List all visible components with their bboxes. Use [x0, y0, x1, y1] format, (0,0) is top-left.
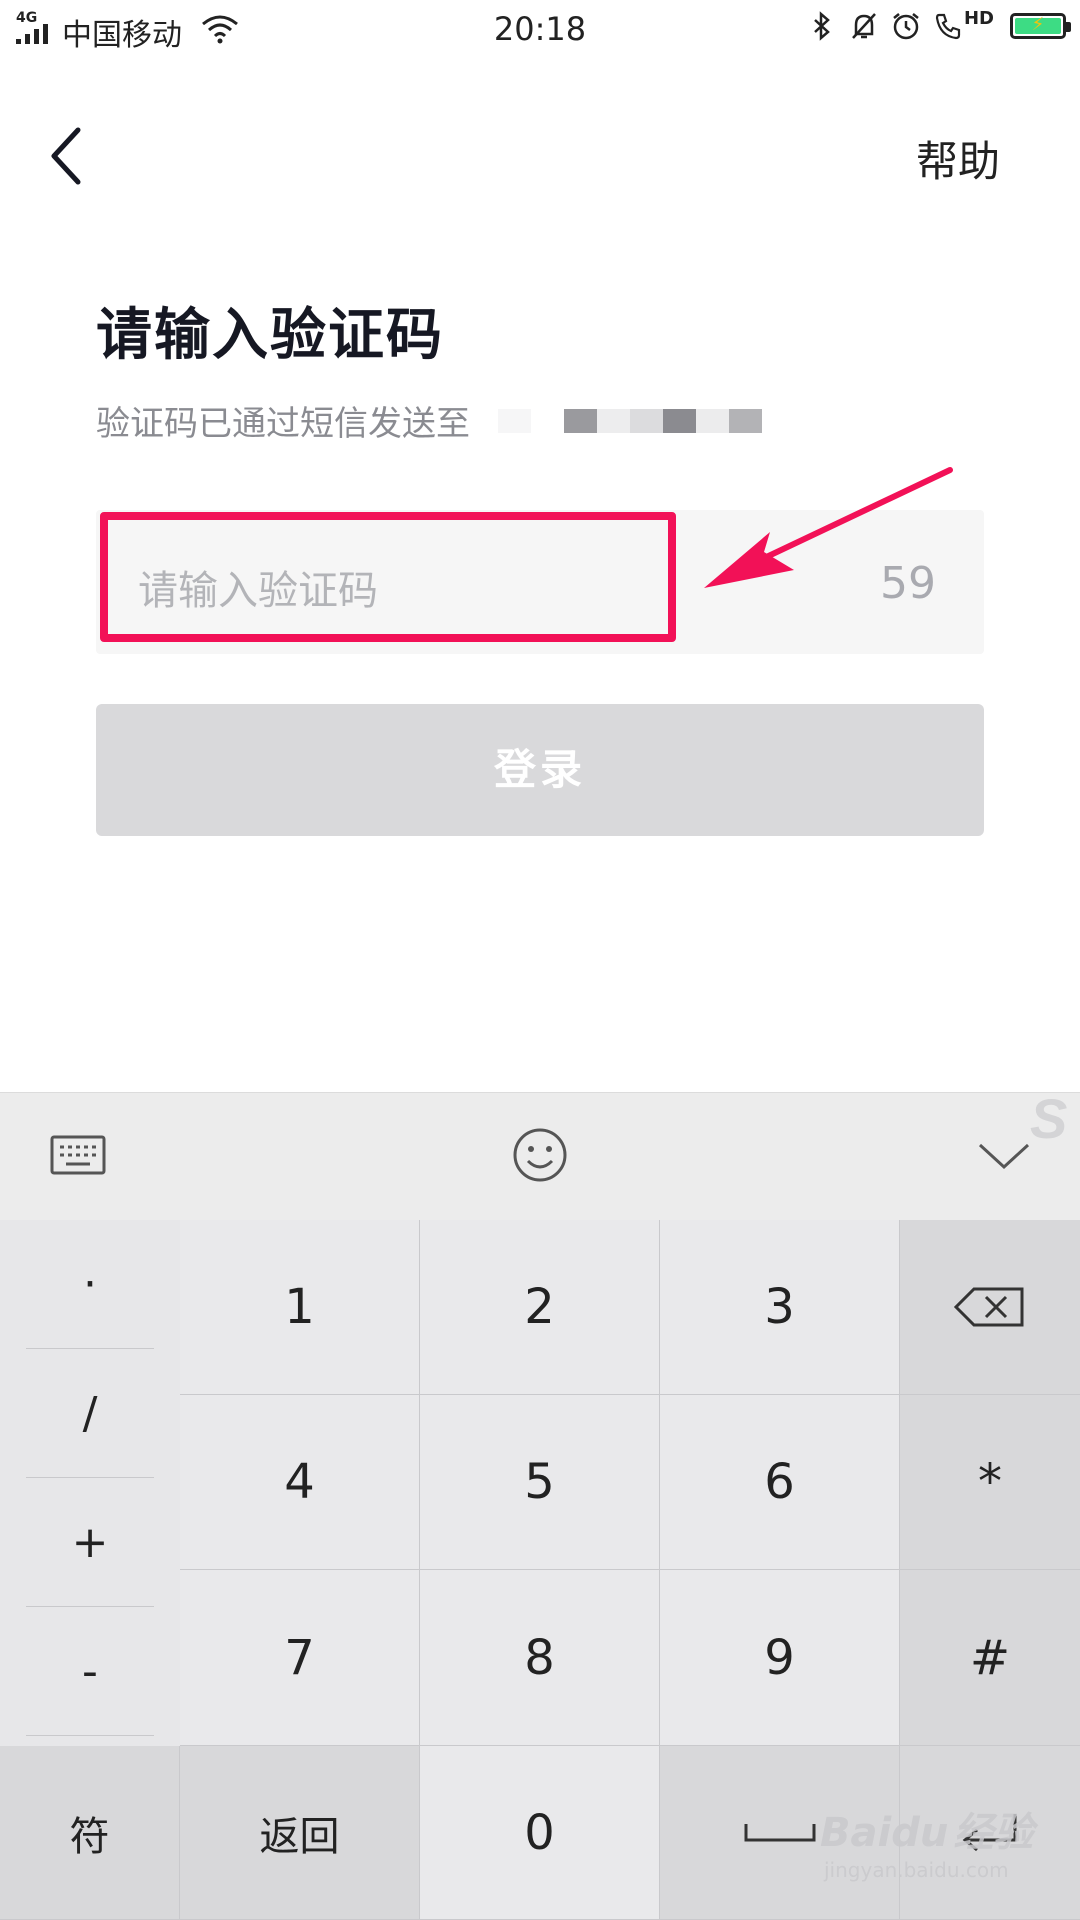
symbol-column: · / + - [0, 1220, 181, 1746]
key-4[interactable]: 4 [180, 1395, 420, 1570]
backspace-key[interactable] [900, 1220, 1080, 1395]
status-bar: 4G 中国移动 20:18 HD ⚡ [0, 0, 1080, 58]
key-dot[interactable]: · [26, 1220, 154, 1349]
return-key[interactable]: 返回 [180, 1746, 420, 1920]
help-button[interactable]: 帮助 [916, 128, 1000, 189]
key-9[interactable]: 9 [660, 1570, 900, 1746]
space-icon [744, 1823, 815, 1841]
symbols-key[interactable]: 符 [0, 1746, 180, 1920]
key-8[interactable]: 8 [420, 1570, 660, 1746]
annotation-arrow [704, 467, 953, 588]
emoji-icon[interactable] [508, 1123, 572, 1187]
alarm-icon [893, 13, 919, 40]
code-input-placeholder: 请输入验证码 [138, 568, 378, 614]
login-button[interactable]: 登录 [96, 704, 984, 836]
keyboard-switch-icon[interactable] [46, 1123, 110, 1187]
battery-icon: ⚡ [1010, 13, 1071, 39]
key-0[interactable]: 0 [420, 1746, 660, 1920]
masked-phone-number [498, 408, 762, 433]
mute-bell-icon [852, 13, 876, 39]
watermark-brand: Baidu [820, 1810, 949, 1856]
keyboard-toolbar [0, 1092, 1080, 1221]
back-arrow-icon[interactable] [44, 122, 94, 192]
key-7[interactable]: 7 [180, 1570, 420, 1746]
verification-code-input[interactable]: 请输入验证码 [100, 512, 676, 642]
key-slash[interactable]: / [26, 1349, 154, 1478]
call-icon [935, 13, 961, 40]
backspace-icon [954, 1287, 1024, 1327]
key-3[interactable]: 3 [660, 1220, 900, 1395]
baidu-jingyan-watermark: Baidu 经验 jingyan.baidu.com [820, 1800, 1050, 1900]
key-minus[interactable]: - [26, 1607, 154, 1736]
key-asterisk[interactable]: * [900, 1395, 1080, 1570]
sms-notice: 验证码已通过短信发送至 [96, 396, 762, 445]
svg-text:S: S [1030, 1090, 1067, 1150]
sms-notice-text: 验证码已通过短信发送至 [96, 404, 470, 444]
key-6[interactable]: 6 [660, 1395, 900, 1570]
key-1[interactable]: 1 [180, 1220, 420, 1395]
key-5[interactable]: 5 [420, 1395, 660, 1570]
key-2[interactable]: 2 [420, 1220, 660, 1395]
watermark-url: jingyan.baidu.com [824, 1858, 1009, 1882]
bluetooth-icon [814, 11, 830, 41]
watermark-brand-cn: 经验 [953, 1810, 1034, 1856]
hd-label: HD [963, 7, 994, 29]
collapse-keyboard-icon[interactable] [972, 1123, 1036, 1187]
key-hash[interactable]: # [900, 1570, 1080, 1746]
page-title: 请输入验证码 [96, 303, 444, 368]
sogou-logo-icon: S [1030, 1090, 1067, 1150]
key-plus[interactable]: + [26, 1478, 154, 1607]
